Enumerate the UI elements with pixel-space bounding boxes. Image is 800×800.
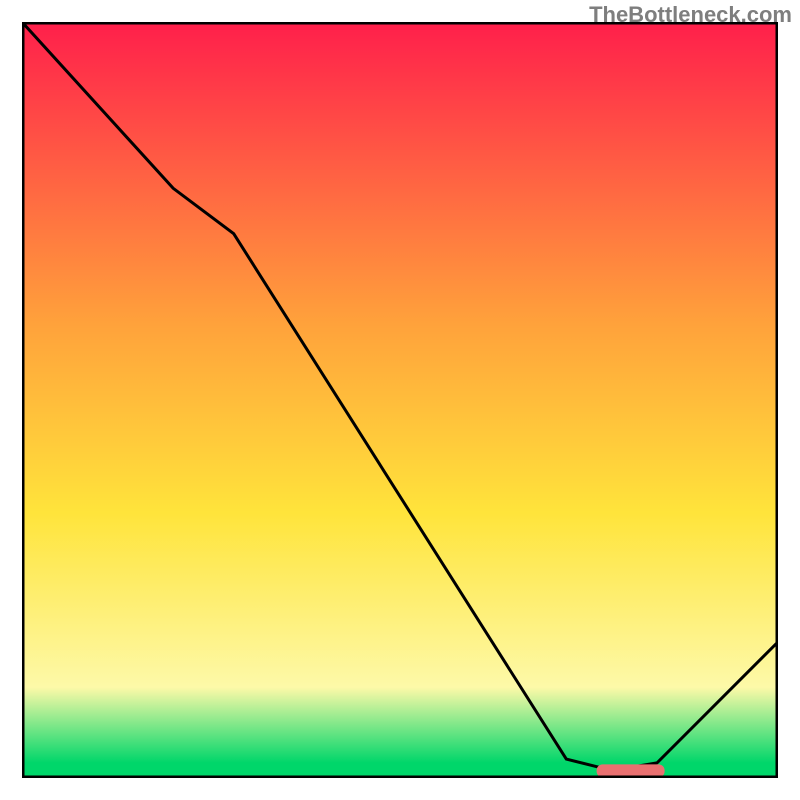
chart-container: TheBottleneck.com [0,0,800,800]
gradient-background [22,22,778,778]
attribution-text: TheBottleneck.com [589,2,792,28]
optimal-marker [597,764,665,777]
plot-svg [22,22,778,778]
plot-frame [22,22,778,778]
